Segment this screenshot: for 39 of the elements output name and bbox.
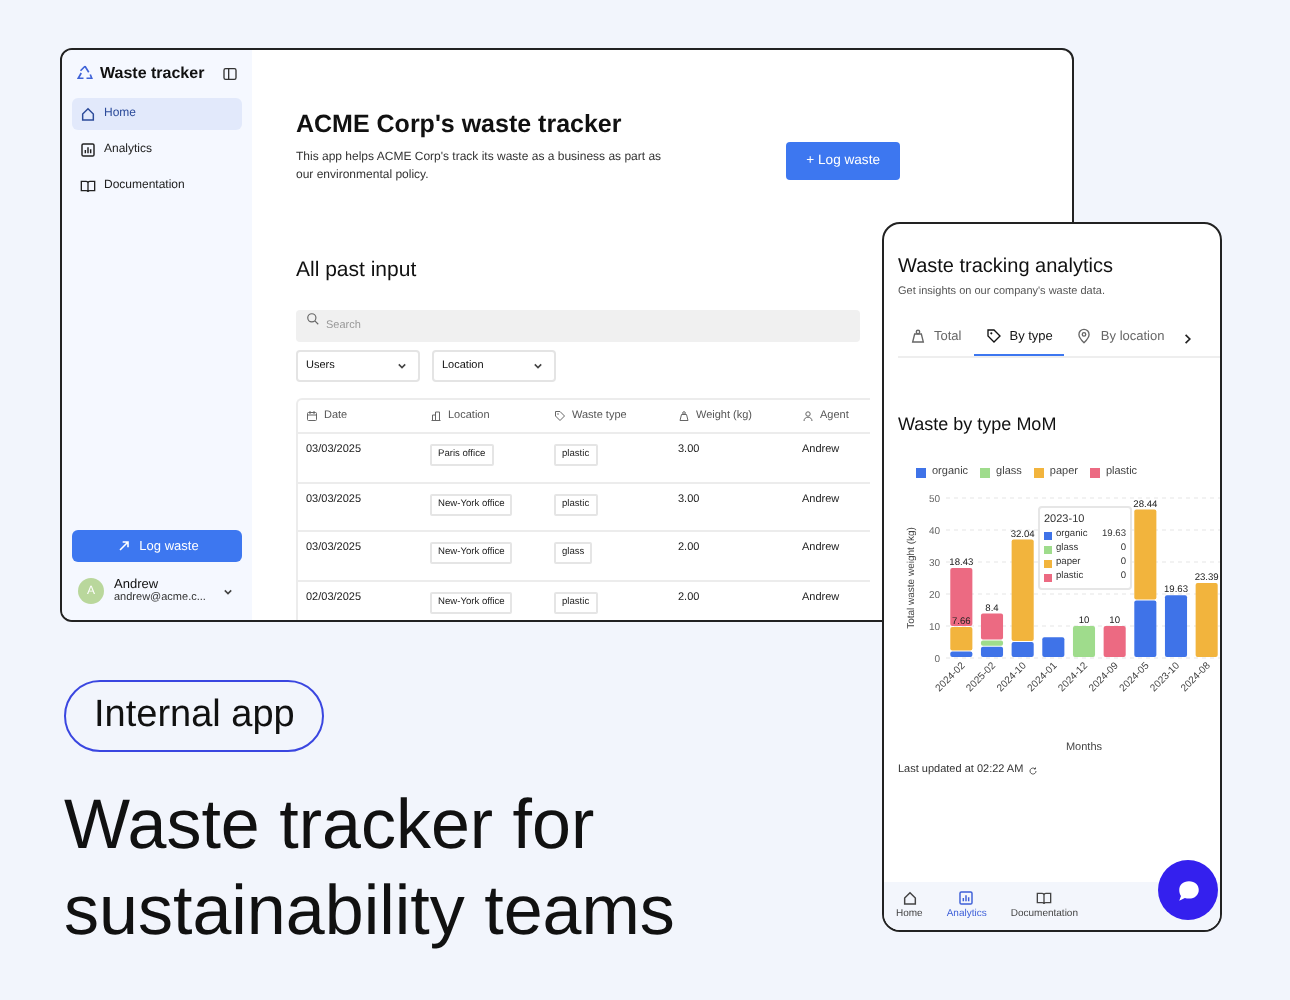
app-name: Waste tracker <box>100 64 207 82</box>
book-icon <box>1036 890 1053 906</box>
user-icon <box>802 410 814 422</box>
bar[interactable] <box>950 651 973 657</box>
refresh-icon[interactable] <box>1027 765 1038 775</box>
chevron-down-icon <box>394 358 410 374</box>
bar[interactable] <box>1134 600 1157 657</box>
bar[interactable] <box>1011 642 1034 657</box>
home-icon <box>80 106 96 122</box>
chevron-right-icon[interactable] <box>1180 332 1195 346</box>
screen-title: Waste tracking analytics <box>898 256 1115 278</box>
book-icon <box>80 178 96 194</box>
chart-icon <box>958 890 975 906</box>
category-badge: Internal app <box>64 680 325 752</box>
bar[interactable] <box>1164 595 1188 657</box>
page-title: ACME Corp's waste tracker <box>296 110 624 138</box>
building-icon <box>430 410 442 422</box>
weight-icon <box>678 410 690 422</box>
home-icon <box>901 890 918 906</box>
search-icon <box>306 311 320 325</box>
arrow-icon <box>115 538 132 554</box>
tag-icon <box>554 410 566 422</box>
recycle-icon <box>76 64 94 82</box>
bar[interactable] <box>950 568 973 626</box>
section-title: All past input <box>296 258 417 282</box>
chart-icon <box>80 142 96 158</box>
headline: Waste tracker for sustainability teams <box>64 784 677 954</box>
calendar-icon <box>306 410 318 422</box>
tag-icon <box>985 328 1002 344</box>
pin-icon <box>1076 328 1093 344</box>
sidebar-toggle-icon[interactable] <box>222 65 238 81</box>
chevron-down-icon <box>530 358 546 374</box>
chat-icon <box>1175 877 1201 903</box>
weight-icon <box>910 328 926 344</box>
bar[interactable] <box>1042 637 1065 657</box>
chart-title: Waste by type MoM <box>898 414 1059 434</box>
bar[interactable] <box>980 646 1004 657</box>
bar[interactable] <box>980 613 1004 640</box>
chat-button[interactable] <box>1158 860 1218 920</box>
